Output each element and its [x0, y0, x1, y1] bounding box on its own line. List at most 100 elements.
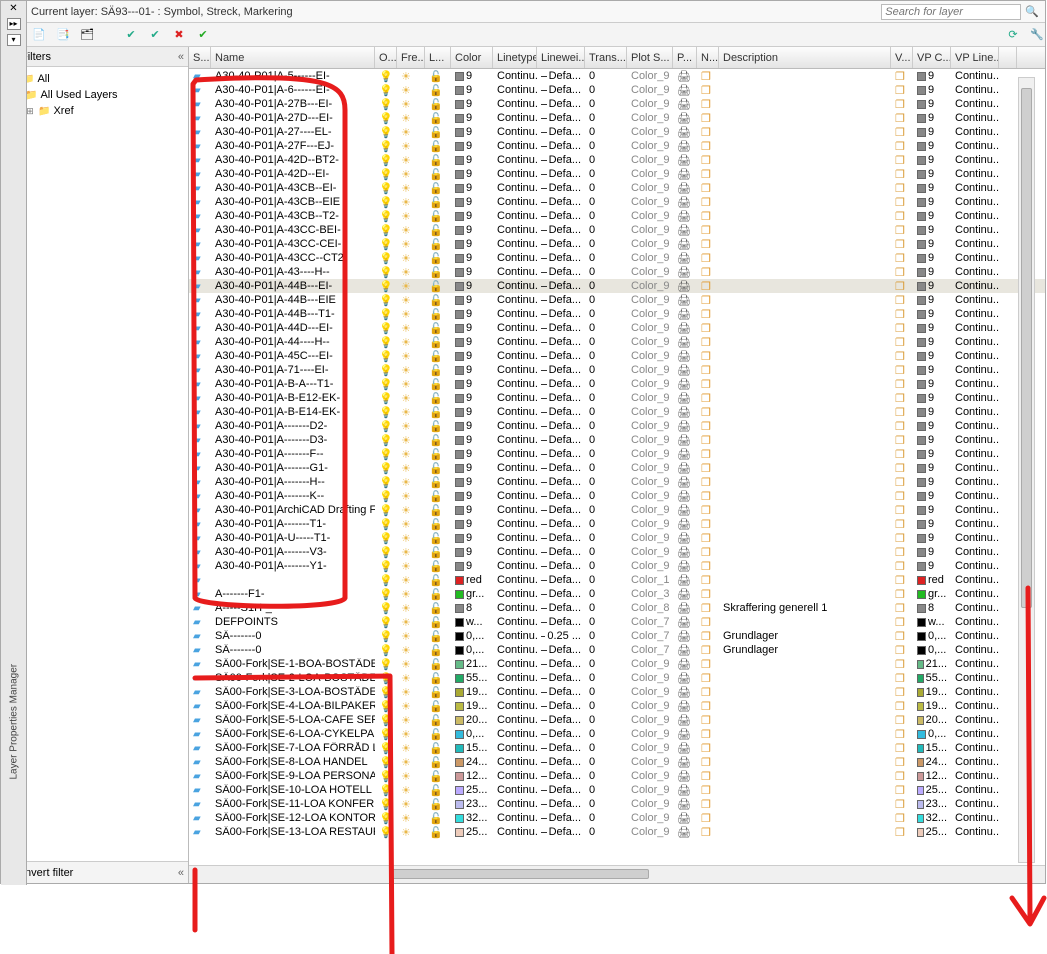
col-vpcolor[interactable]: VP C... — [913, 47, 951, 68]
sun-icon[interactable]: ☀ — [401, 98, 411, 111]
vpcolor-swatch[interactable] — [917, 590, 926, 599]
collapse-left-icon[interactable]: « — [178, 51, 184, 63]
bulb-icon[interactable]: 💡 — [379, 812, 393, 825]
lock-icon[interactable]: 🔓 — [429, 98, 443, 111]
lock-icon[interactable]: 🔓 — [429, 812, 443, 825]
transparency-cell[interactable]: 0 — [585, 378, 627, 390]
col-description[interactable]: Description — [719, 47, 891, 68]
transparency-cell[interactable]: 0 — [585, 462, 627, 474]
vplinetype-cell[interactable]: Continu... — [951, 714, 999, 726]
sun-icon[interactable]: ☀ — [401, 210, 411, 223]
color-swatch[interactable] — [455, 702, 464, 711]
lineweight-cell[interactable]: Defa... — [537, 196, 585, 208]
lock-icon[interactable]: 🔓 — [429, 672, 443, 685]
linetype-cell[interactable]: Continu... — [493, 378, 537, 390]
lineweight-cell[interactable]: Defa... — [537, 112, 585, 124]
vplinetype-cell[interactable]: Continu... — [951, 546, 999, 558]
lock-icon[interactable]: 🔓 — [429, 686, 443, 699]
newvp-icon[interactable]: ❐ — [701, 336, 711, 349]
newvp-icon[interactable]: ❐ — [701, 574, 711, 587]
sun-icon[interactable]: ☀ — [401, 140, 411, 153]
sun-icon[interactable]: ☀ — [401, 364, 411, 377]
lock-icon[interactable]: 🔓 — [429, 518, 443, 531]
printer-icon[interactable]: 🖨 — [677, 630, 691, 643]
newvp-icon[interactable]: ❐ — [701, 798, 711, 811]
linetype-cell[interactable]: Continu... — [493, 70, 537, 82]
lineweight-cell[interactable]: Defa... — [537, 434, 585, 446]
vpfreeze-icon[interactable]: ❐ — [895, 308, 905, 321]
table-row[interactable]: ▰A30-40-P01|A-44----H--💡☀🔓 9Continu... D… — [189, 335, 1045, 349]
table-row[interactable]: ▰ 💡☀🔓 redContinu... Defa...0Color_1🖨❐❐ r… — [189, 573, 1045, 587]
sun-icon[interactable]: ☀ — [401, 336, 411, 349]
lineweight-cell[interactable]: Defa... — [537, 644, 585, 656]
delete-icon[interactable]: ✖ — [171, 27, 187, 43]
color-swatch[interactable] — [455, 492, 464, 501]
printer-icon[interactable]: 🖨 — [677, 770, 691, 783]
lock-icon[interactable]: 🔓 — [429, 700, 443, 713]
lock-icon[interactable]: 🔓 — [429, 784, 443, 797]
newvp-icon[interactable]: ❐ — [701, 644, 711, 657]
lock-icon[interactable]: 🔓 — [429, 224, 443, 237]
printer-icon[interactable]: 🖨 — [677, 588, 691, 601]
color-swatch[interactable] — [455, 436, 464, 445]
transparency-cell[interactable]: 0 — [585, 476, 627, 488]
color-swatch[interactable] — [455, 506, 464, 515]
linetype-cell[interactable]: Continu... — [493, 140, 537, 152]
lineweight-cell[interactable]: Defa... — [537, 392, 585, 404]
bulb-icon[interactable]: 💡 — [379, 392, 393, 405]
table-row[interactable]: ▰A30-40-P01|A-------H--💡☀🔓 9Continu... D… — [189, 475, 1045, 489]
transparency-cell[interactable]: 0 — [585, 280, 627, 292]
vplinetype-cell[interactable]: Continu... — [951, 812, 999, 824]
printer-icon[interactable]: 🖨 — [677, 462, 691, 475]
vplinetype-cell[interactable]: Continu... — [951, 280, 999, 292]
col-freeze[interactable]: Fre... — [397, 47, 425, 68]
bulb-icon[interactable]: 💡 — [379, 518, 393, 531]
close-icon[interactable]: ✕ — [9, 3, 17, 14]
vpfreeze-icon[interactable]: ❐ — [895, 350, 905, 363]
vplinetype-cell[interactable]: Continu... — [951, 588, 999, 600]
lineweight-cell[interactable]: Defa... — [537, 322, 585, 334]
color-swatch[interactable] — [455, 660, 464, 669]
sun-icon[interactable]: ☀ — [401, 574, 411, 587]
color-swatch[interactable] — [455, 534, 464, 543]
vplinetype-cell[interactable]: Continu... — [951, 350, 999, 362]
printer-icon[interactable]: 🖨 — [677, 434, 691, 447]
vpfreeze-icon[interactable]: ❐ — [895, 70, 905, 83]
printer-icon[interactable]: 🖨 — [677, 84, 691, 97]
bulb-icon[interactable]: 💡 — [379, 266, 393, 279]
transparency-cell[interactable]: 0 — [585, 714, 627, 726]
vpcolor-swatch[interactable] — [917, 296, 926, 305]
lineweight-cell[interactable]: Defa... — [537, 686, 585, 698]
linetype-cell[interactable]: Continu... — [493, 294, 537, 306]
vplinetype-cell[interactable]: Continu... — [951, 476, 999, 488]
sun-icon[interactable]: ☀ — [401, 532, 411, 545]
lock-icon[interactable]: 🔓 — [429, 392, 443, 405]
newvp-icon[interactable]: ❐ — [701, 378, 711, 391]
vpfreeze-icon[interactable]: ❐ — [895, 224, 905, 237]
newvp-icon[interactable]: ❐ — [701, 434, 711, 447]
col-vplinetype[interactable]: VP Line... — [951, 47, 999, 68]
lock-icon[interactable]: 🔓 — [429, 70, 443, 83]
vplinetype-cell[interactable]: Continu... — [951, 210, 999, 222]
newvp-icon[interactable]: ❐ — [701, 770, 711, 783]
lock-icon[interactable]: 🔓 — [429, 756, 443, 769]
printer-icon[interactable]: 🖨 — [677, 364, 691, 377]
vpcolor-swatch[interactable] — [917, 492, 926, 501]
transparency-cell[interactable]: 0 — [585, 98, 627, 110]
printer-icon[interactable]: 🖨 — [677, 154, 691, 167]
vpcolor-swatch[interactable] — [917, 646, 926, 655]
refresh-icon[interactable]: ⟳ — [1005, 27, 1021, 43]
vpfreeze-icon[interactable]: ❐ — [895, 770, 905, 783]
bulb-icon[interactable]: 💡 — [379, 798, 393, 811]
vpfreeze-icon[interactable]: ❐ — [895, 364, 905, 377]
lineweight-cell[interactable]: Defa... — [537, 798, 585, 810]
bulb-icon[interactable]: 💡 — [379, 742, 393, 755]
vplinetype-cell[interactable]: Continu... — [951, 406, 999, 418]
transparency-cell[interactable]: 0 — [585, 322, 627, 334]
transparency-cell[interactable]: 0 — [585, 434, 627, 446]
color-swatch[interactable] — [455, 814, 464, 823]
color-swatch[interactable] — [455, 268, 464, 277]
autohide-toggle[interactable]: ▸▸ — [7, 18, 21, 30]
vplinetype-cell[interactable]: Continu... — [951, 658, 999, 670]
lineweight-cell[interactable]: Defa... — [537, 560, 585, 572]
